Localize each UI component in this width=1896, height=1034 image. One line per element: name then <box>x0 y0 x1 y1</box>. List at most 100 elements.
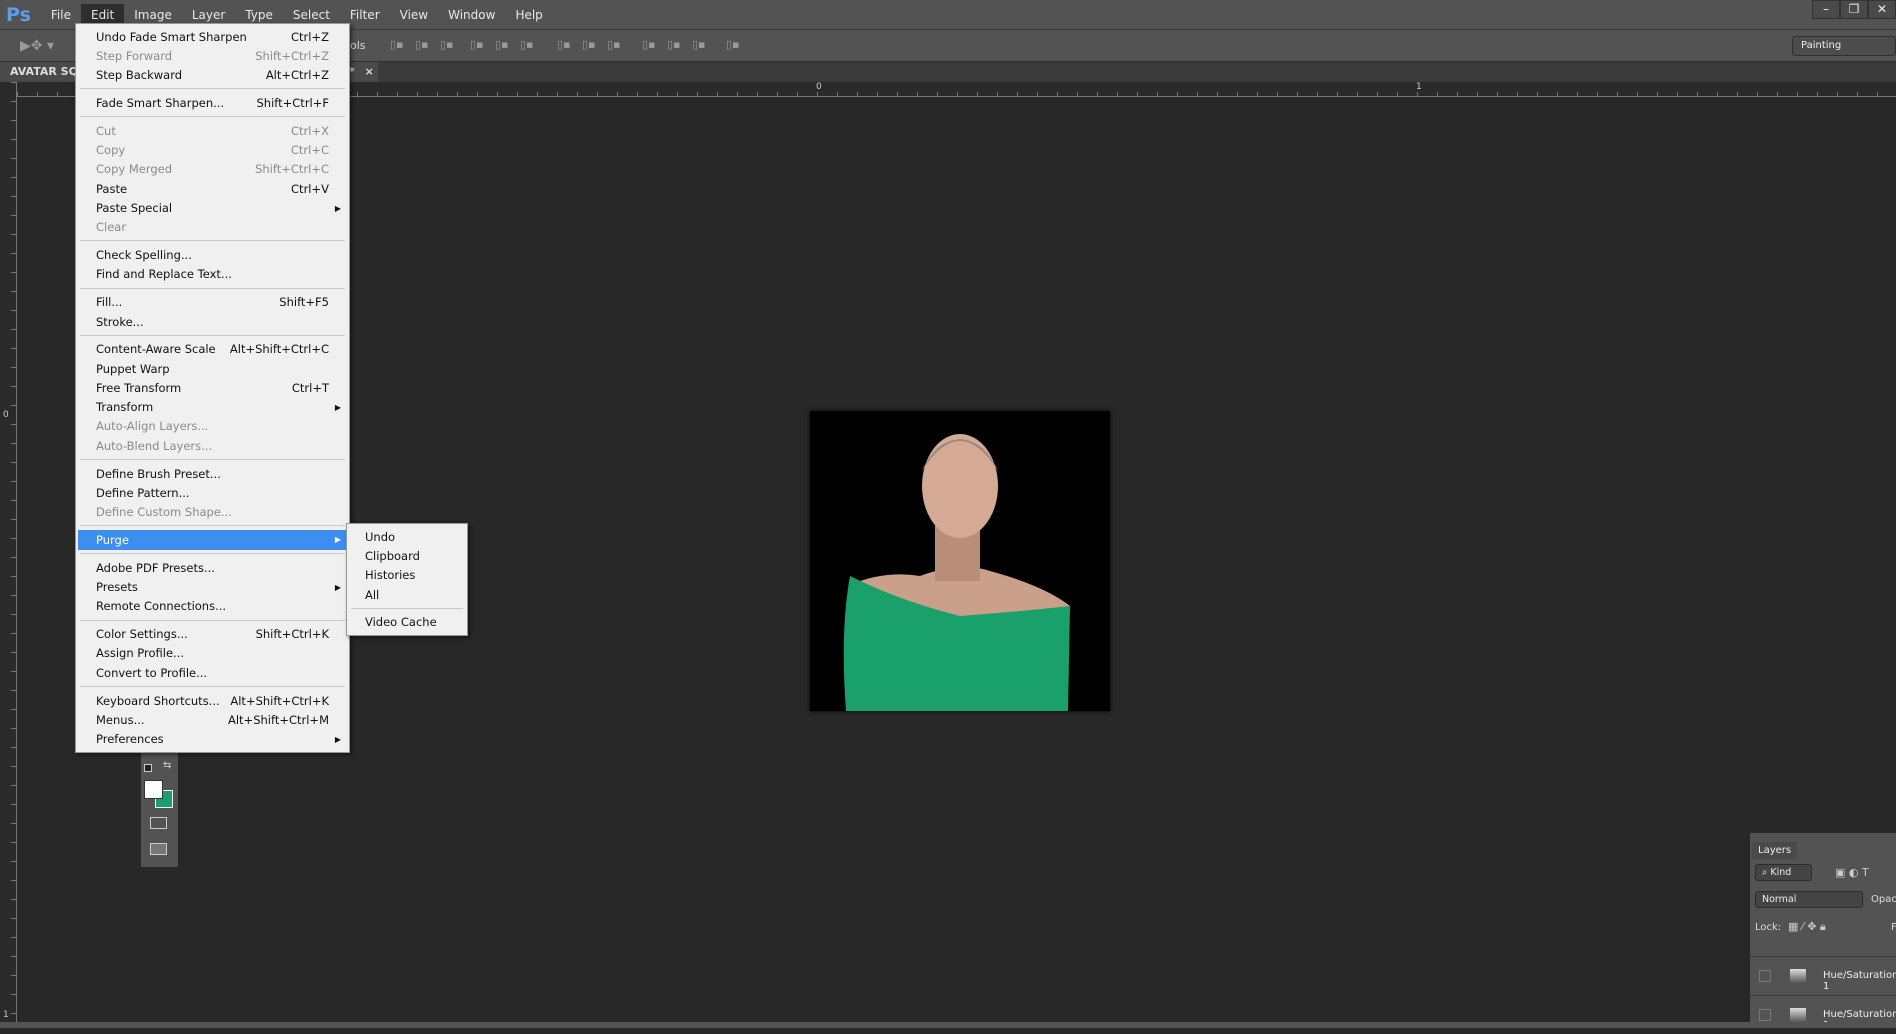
menu-item-shortcut: Shift+Ctrl+F <box>256 96 330 111</box>
align-distribute-icon[interactable]: ▯▪ <box>390 38 404 51</box>
menu-item-remote-connections[interactable]: Remote Connections... <box>78 597 347 616</box>
menu-view[interactable]: View <box>390 4 438 26</box>
menu-item-content-aware-scale[interactable]: Content-Aware Scale Alt+Shift+Ctrl+C <box>78 340 347 359</box>
tools-panel: 🔍︎ ⇆ <box>141 740 178 867</box>
menu-item-step-backward[interactable]: Step Backward Alt+Ctrl+Z <box>78 66 347 85</box>
lock-icons[interactable]: ▦ ⁄ ✥ 🔒︎ <box>1788 920 1826 934</box>
menu-separator <box>80 619 345 621</box>
screen-mode-icon[interactable] <box>150 843 167 855</box>
move-tool-icon[interactable]: ▶✥ ▾ <box>20 38 54 54</box>
menu-item-shortcut: Ctrl+V <box>291 181 329 196</box>
menu-item-label: Paste <box>96 181 128 196</box>
menu-item-shortcut: Ctrl+C <box>290 143 329 158</box>
menu-item-label: Transform <box>96 400 154 415</box>
visibility-toggle[interactable] <box>1759 970 1771 982</box>
align-distribute-icon[interactable]: ▯▪ <box>726 38 740 51</box>
align-distribute-icon[interactable]: ▯▪ <box>495 38 509 51</box>
layer-row[interactable]: Hue/Saturation 1 <box>1750 995 1896 1034</box>
align-distribute-icon[interactable]: ▯▪ <box>470 38 484 51</box>
menu-item-label: Content-Aware Scale <box>96 342 216 357</box>
ruler-label: 0 <box>3 410 9 420</box>
status-bar <box>0 1022 1896 1028</box>
menu-item-puppet-warp[interactable]: Puppet Warp <box>78 359 347 378</box>
minimize-button[interactable]: – <box>1812 0 1840 19</box>
menu-item-histories[interactable]: Histories <box>349 566 465 585</box>
align-distribute-icon[interactable]: ▯▪ <box>607 38 621 51</box>
menu-item-keyboard-shortcuts[interactable]: Keyboard Shortcuts... Alt+Shift+Ctrl+K <box>78 691 347 710</box>
menu-item-assign-profile[interactable]: Assign Profile... <box>78 644 347 663</box>
align-distribute-icon[interactable]: ▯▪ <box>440 38 454 51</box>
menu-item-shortcut: Alt+Ctrl+Z <box>265 68 329 83</box>
align-distribute-icon[interactable]: ▯▪ <box>557 38 571 51</box>
menu-item-adobe-pdf-presets[interactable]: Adobe PDF Presets... <box>78 558 347 577</box>
menu-item-presets[interactable]: Presets ▶ <box>78 577 347 596</box>
menu-item-preferences[interactable]: Preferences ▶ <box>78 730 347 749</box>
menu-item-paste[interactable]: Paste Ctrl+V <box>78 179 347 198</box>
align-distribute-icon[interactable]: ▯▪ <box>692 38 706 51</box>
menu-item-label: Check Spelling... <box>96 248 192 263</box>
menu-item-find-and-replace-text[interactable]: Find and Replace Text... <box>78 265 347 284</box>
default-colors-icon[interactable] <box>144 764 152 772</box>
swap-colors-icon[interactable]: ⇆ <box>163 760 171 771</box>
menu-item-label: Stroke... <box>96 314 144 329</box>
layers-tab[interactable]: Layers <box>1752 842 1798 859</box>
menu-item-video-cache[interactable]: Video Cache <box>349 613 465 632</box>
menu-help[interactable]: Help <box>505 4 552 26</box>
menu-item-define-pattern[interactable]: Define Pattern... <box>78 483 347 502</box>
menu-item-color-settings[interactable]: Color Settings... Shift+Ctrl+K <box>78 625 347 644</box>
align-distribute-icon[interactable]: ▯▪ <box>582 38 596 51</box>
menu-item-convert-to-profile[interactable]: Convert to Profile... <box>78 663 347 682</box>
align-distribute-icon[interactable]: ▯▪ <box>667 38 681 51</box>
adjustment-layer-icon <box>1790 969 1806 983</box>
face <box>922 434 998 538</box>
align-distribute-icon[interactable]: ▯▪ <box>415 38 429 51</box>
align-distribute-icon[interactable]: ▯▪ <box>642 38 656 51</box>
menu-item-shortcut: Shift+Ctrl+C <box>255 162 329 177</box>
menu-item-shortcut: Ctrl+Z <box>291 29 329 44</box>
menu-item-shortcut: Alt+Shift+Ctrl+C <box>229 342 329 357</box>
filter-icons[interactable]: ▣ ◐ T <box>1835 866 1869 879</box>
menu-item-undo-fade-smart-sharpen[interactable]: Undo Fade Smart Sharpen Ctrl+Z <box>78 27 347 46</box>
menu-item-undo[interactable]: Undo <box>349 527 465 546</box>
canvas-image[interactable] <box>810 411 1110 711</box>
menu-item-transform[interactable]: Transform ▶ <box>78 398 347 417</box>
foreground-color-swatch[interactable] <box>144 780 163 799</box>
layer-row[interactable]: Hue/Saturation 1 <box>1750 956 1896 995</box>
menu-item-label: Assign Profile... <box>96 646 185 661</box>
menu-item-define-brush-preset[interactable]: Define Brush Preset... <box>78 464 347 483</box>
menu-item-check-spelling[interactable]: Check Spelling... <box>78 245 347 264</box>
menu-item-label: Free Transform <box>96 380 182 395</box>
menu-item-fill[interactable]: Fill... Shift+F5 <box>78 293 347 312</box>
menu-item-shortcut: Ctrl+X <box>291 123 329 138</box>
menu-item-stroke[interactable]: Stroke... <box>78 312 347 331</box>
menu-item-free-transform[interactable]: Free Transform Ctrl+T <box>78 378 347 397</box>
menu-item-auto-align-layers: Auto-Align Layers... <box>78 417 347 436</box>
menu-item-paste-special[interactable]: Paste Special ▶ <box>78 198 347 217</box>
menu-item-label: Menus... <box>96 712 145 727</box>
menu-separator <box>80 240 345 242</box>
align-distribute-icon[interactable]: ▯▪ <box>520 38 534 51</box>
menu-item-menus[interactable]: Menus... Alt+Shift+Ctrl+M <box>78 710 347 729</box>
submenu-arrow-icon: ▶ <box>334 402 341 412</box>
quick-mask-icon[interactable] <box>150 817 167 829</box>
menu-item-label: Step Backward <box>96 68 183 83</box>
close-tab-icon[interactable]: × <box>365 65 374 78</box>
filter-kind-select[interactable]: ⌕ Kind <box>1755 864 1812 881</box>
purge-submenu: Undo Clipboard Histories All Video Cache <box>346 523 468 636</box>
vertical-ruler[interactable]: 0 1 <box>0 82 17 1022</box>
visibility-toggle[interactable] <box>1759 1009 1771 1021</box>
menu-item-label: Purge <box>96 532 129 547</box>
menu-separator <box>80 334 345 336</box>
menu-item-copy-merged: Copy Merged Shift+Ctrl+C <box>78 160 347 179</box>
workspace-switcher[interactable]: Painting <box>1792 36 1896 56</box>
menu-item-purge[interactable]: Purge ▶ <box>78 530 347 550</box>
restore-button[interactable]: ❐ <box>1840 0 1868 19</box>
blend-mode-select[interactable]: Normal <box>1755 891 1863 908</box>
menu-window[interactable]: Window <box>438 4 505 26</box>
menu-item-all[interactable]: All <box>349 585 465 604</box>
menu-item-clipboard[interactable]: Clipboard <box>349 546 465 565</box>
menu-item-label: Video Cache <box>365 615 437 630</box>
layers-panel: Layers ⌕ Kind ▣ ◐ T Normal Opaci Lock: ▦… <box>1750 832 1896 1031</box>
menu-item-fade-smart-sharpen[interactable]: Fade Smart Sharpen... Shift+Ctrl+F <box>78 93 347 112</box>
close-button[interactable]: ✕ <box>1868 0 1896 19</box>
